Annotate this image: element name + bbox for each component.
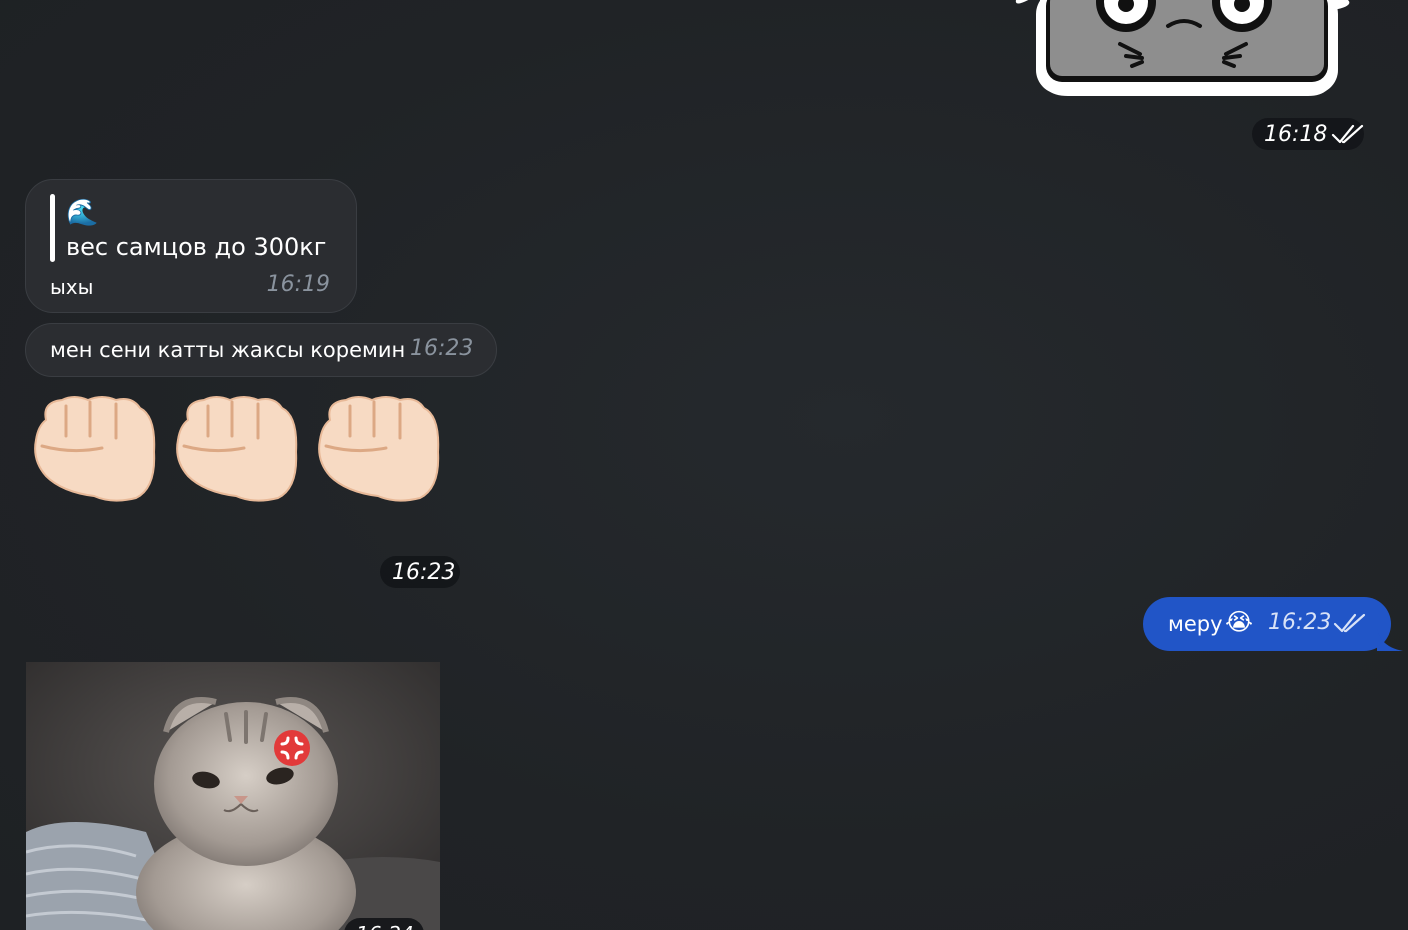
emoji-message[interactable] (30, 390, 450, 505)
bubble-tail (1377, 629, 1403, 651)
chat-area: 16:18 🌊 вес самцов до 300кг ыхы 16:19 ме… (0, 0, 1408, 930)
outgoing-message-bubble[interactable]: меру 😭 16:23 (1143, 597, 1403, 651)
quote-emoji: 🌊 (66, 198, 99, 228)
message-text: мен сени катты жаксы коремин (50, 338, 406, 362)
double-check-icon (1331, 123, 1365, 145)
emoji-time-badge: 16:23 (380, 556, 460, 588)
quote-bar (50, 194, 55, 262)
message-time: 16:23 (392, 559, 456, 585)
message-time: 16:19 (266, 272, 330, 297)
fist-emoji (176, 396, 298, 502)
fist-emoji (34, 396, 156, 502)
sticker-time-badge: 16:18 (1252, 118, 1364, 150)
photo-message[interactable]: 16:24 (26, 662, 440, 930)
text-message-bubble[interactable]: мен сени катты жаксы коремин 16:23 (25, 323, 497, 377)
message-time: 16:23 (410, 336, 474, 361)
message-time: 16:23 (1268, 610, 1332, 635)
anger-icon (274, 730, 310, 766)
message-time: 16:18 (1264, 121, 1328, 147)
crying-emoji: 😭 (1225, 608, 1254, 636)
reply-message-bubble[interactable]: 🌊 вес самцов до 300кг ыхы 16:19 (25, 179, 357, 313)
message-text: ыхы (50, 275, 94, 299)
message-text: меру (1168, 612, 1223, 636)
photo-time-badge: 16:24 (344, 918, 424, 930)
quote-text: вес самцов до 300кг (66, 233, 327, 261)
kitten-photo (26, 662, 440, 930)
double-check-icon (1333, 612, 1367, 638)
message-time: 16:24 (356, 922, 414, 930)
cat-sticker[interactable] (1008, 0, 1358, 100)
fist-emoji (318, 396, 440, 502)
cat-sticker-art (1015, 0, 1350, 96)
